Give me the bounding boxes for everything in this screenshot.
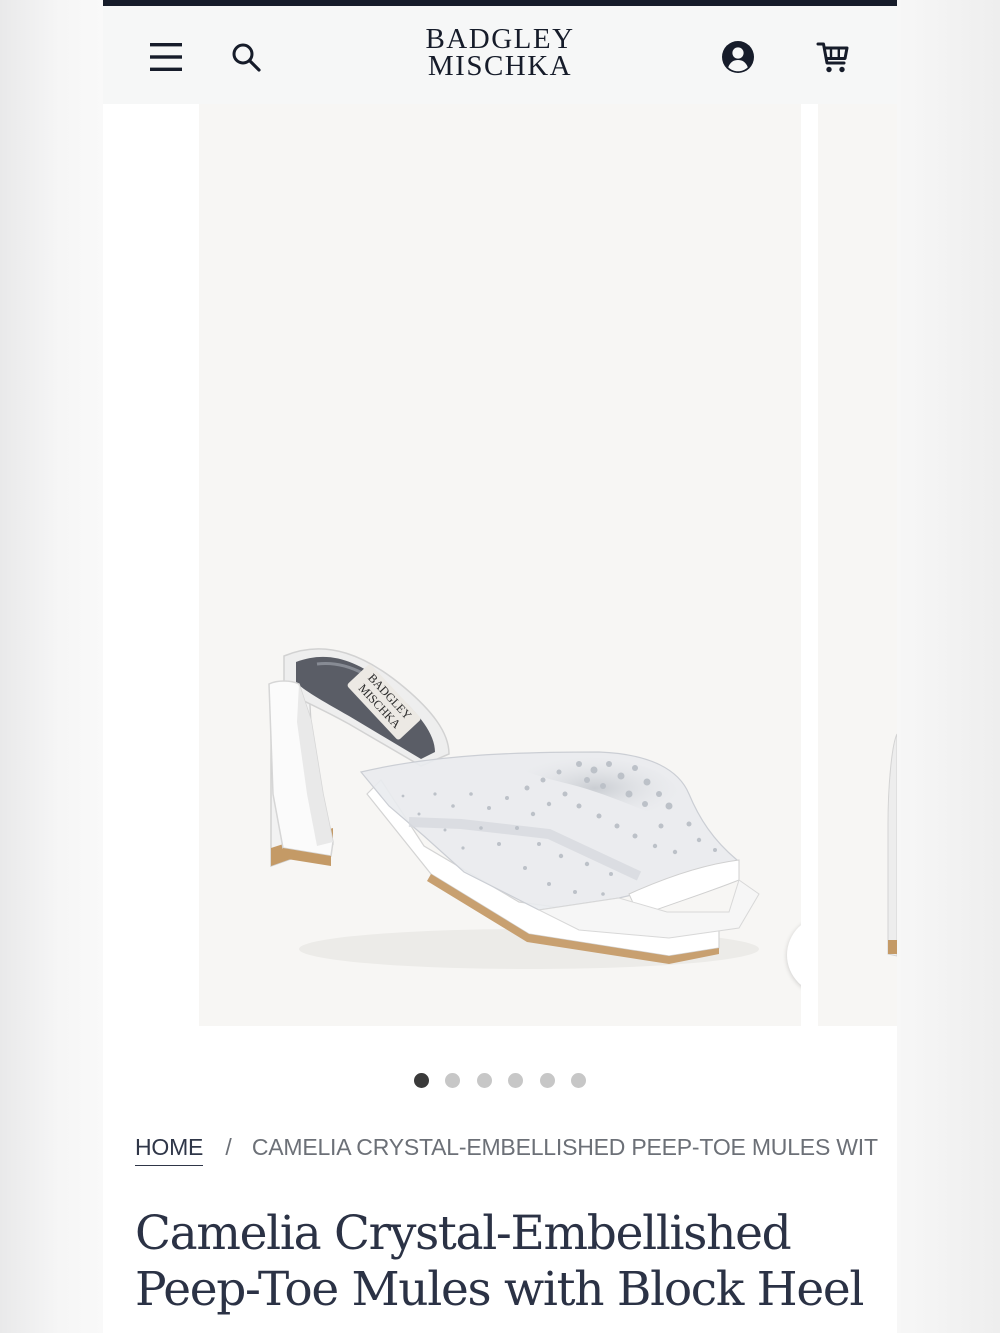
hamburger-menu-icon <box>150 43 182 71</box>
menu-button[interactable] <box>143 34 189 80</box>
carousel-dot[interactable] <box>476 1073 492 1088</box>
carousel-dot[interactable] <box>414 1073 430 1088</box>
search-button[interactable] <box>225 36 267 78</box>
next-image-preview <box>887 733 897 957</box>
search-icon <box>232 43 261 72</box>
cart-button[interactable] <box>809 34 857 80</box>
carousel-dots <box>103 1073 897 1093</box>
product-title: Camelia Crystal-Embellished Peep-Toe Mul… <box>135 1206 864 1317</box>
brand-logo[interactable]: BADGLEY MISCHKA <box>400 23 600 82</box>
product-gallery: BADGLEY MISCHKA <box>103 104 897 1026</box>
breadcrumb: HOME / CAMELIA CRYSTAL-EMBELLISHED PEEP-… <box>135 1134 897 1166</box>
logo-line-1: BADGLEY <box>425 23 575 55</box>
breadcrumb-home-link[interactable]: HOME <box>135 1134 203 1166</box>
carousel-dot[interactable] <box>508 1073 524 1088</box>
site-header: BADGLEY MISCHKA <box>103 6 897 104</box>
product-image-main[interactable]: BADGLEY MISCHKA <box>199 104 801 1026</box>
carousel-dot[interactable] <box>570 1073 586 1088</box>
breadcrumb-separator: / <box>225 1134 232 1160</box>
shoe-image: BADGLEY MISCHKA <box>268 648 760 969</box>
breadcrumb-current: CAMELIA CRYSTAL-EMBELLISHED PEEP-TOE MUL… <box>251 1134 878 1160</box>
account-button[interactable] <box>715 34 761 80</box>
carousel-dot[interactable] <box>445 1073 461 1088</box>
logo-line-2: MISCHKA <box>427 50 573 82</box>
product-page: BADGLEY MISCHKA BADGLEY MISCHKA HOME / C… <box>103 0 897 1333</box>
account-icon <box>722 41 754 73</box>
carousel-dot[interactable] <box>539 1073 555 1088</box>
cart-icon <box>816 42 849 73</box>
product-image-next-preview[interactable] <box>818 104 897 1026</box>
